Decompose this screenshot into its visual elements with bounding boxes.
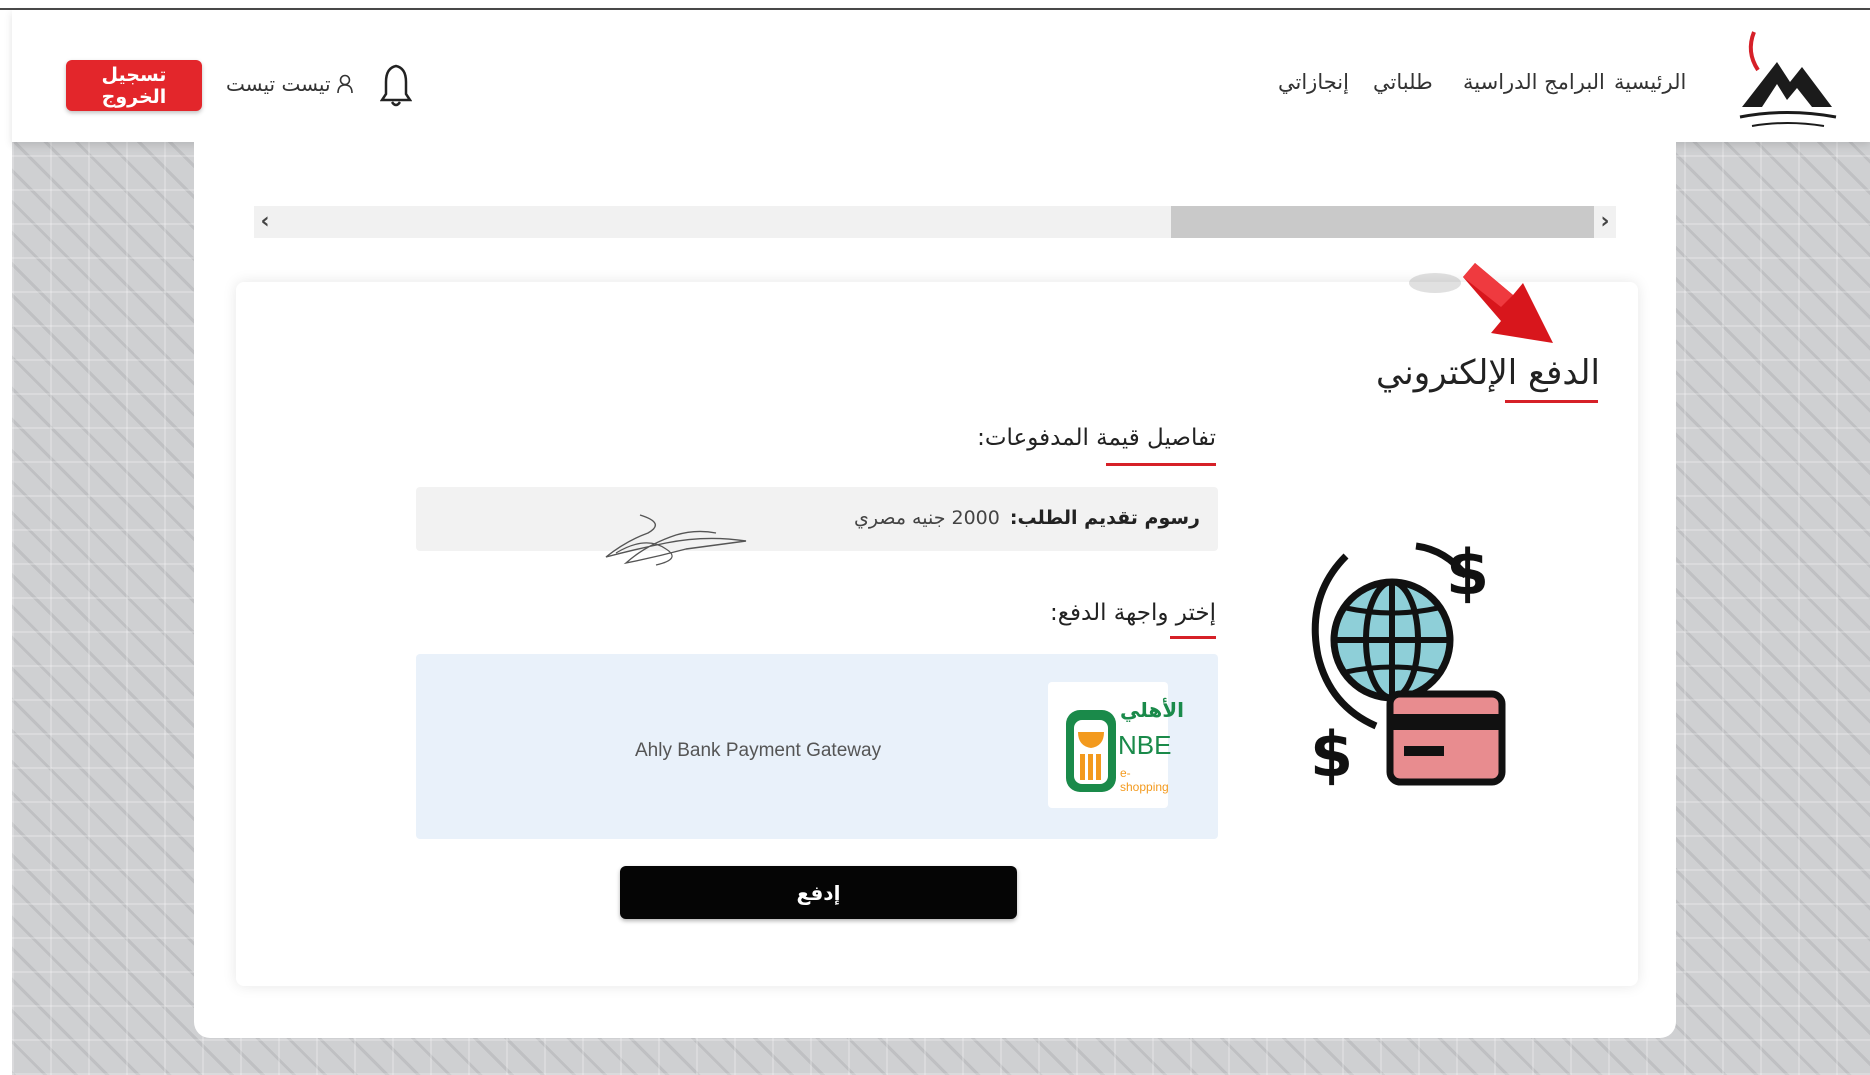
pay-button[interactable]: إدفع [620, 866, 1017, 919]
details-underline [1106, 463, 1216, 466]
signature-graphic [605, 514, 747, 566]
gateway-heading: إختر واجهة الدفع: [1050, 600, 1216, 626]
svg-text:$: $ [1446, 536, 1489, 609]
scroll-left-arrow-icon[interactable]: ‹ [254, 208, 276, 236]
nbe-logo: الأهلي NBE e-shopping [1048, 682, 1184, 808]
gateway-name: Ahly Bank Payment Gateway [635, 740, 882, 761]
user-icon [336, 74, 353, 94]
top-navbar: الرئيسية البرامج الدراسية طلباتي إنجازات… [12, 10, 1870, 142]
title-underline [1505, 400, 1598, 403]
nav-programs[interactable]: البرامج الدراسية [1463, 70, 1605, 94]
red-arrow-icon [1409, 263, 1553, 343]
nav-my-requests[interactable]: طلباتي [1373, 70, 1433, 94]
site-logo[interactable] [1732, 22, 1842, 140]
window-top-edge [0, 0, 1870, 10]
globe-card-payment-icon: $ $ [1310, 536, 1506, 791]
bell-icon[interactable] [380, 62, 412, 108]
user-name-label: تيست تيست [226, 72, 331, 96]
page-title: الدفع الإلكتروني [1375, 353, 1600, 393]
fee-label: رسوم تقديم الطلب: [1009, 507, 1200, 529]
horizontal-scrollbar-thumb[interactable] [1171, 206, 1594, 238]
fee-value: 2000 جنيه مصري [854, 507, 1000, 529]
scroll-right-arrow-icon[interactable]: › [1594, 208, 1616, 236]
nav-home[interactable]: الرئيسية [1614, 70, 1686, 94]
payment-details-heading: تفاصيل قيمة المدفوعات: [977, 425, 1216, 451]
gateway-underline [1170, 636, 1216, 639]
nbe-text: NBE [1118, 730, 1172, 760]
ahly-gateway-option[interactable]: Ahly Bank Payment Gateway الأهلي NBE e-s… [416, 654, 1218, 839]
fee-row: رسوم تقديم الطلب: 2000 جنيه مصري [416, 487, 1218, 551]
logout-button[interactable]: تسجيل الخروج [66, 60, 202, 111]
nav-my-achievements[interactable]: إنجازاتي [1278, 70, 1349, 94]
svg-text:$: $ [1310, 718, 1353, 791]
nbe-arabic-text: الأهلي [1120, 698, 1185, 722]
nbe-subtext: e-shopping [1120, 766, 1169, 794]
user-menu[interactable]: تيست تيست [226, 72, 353, 96]
